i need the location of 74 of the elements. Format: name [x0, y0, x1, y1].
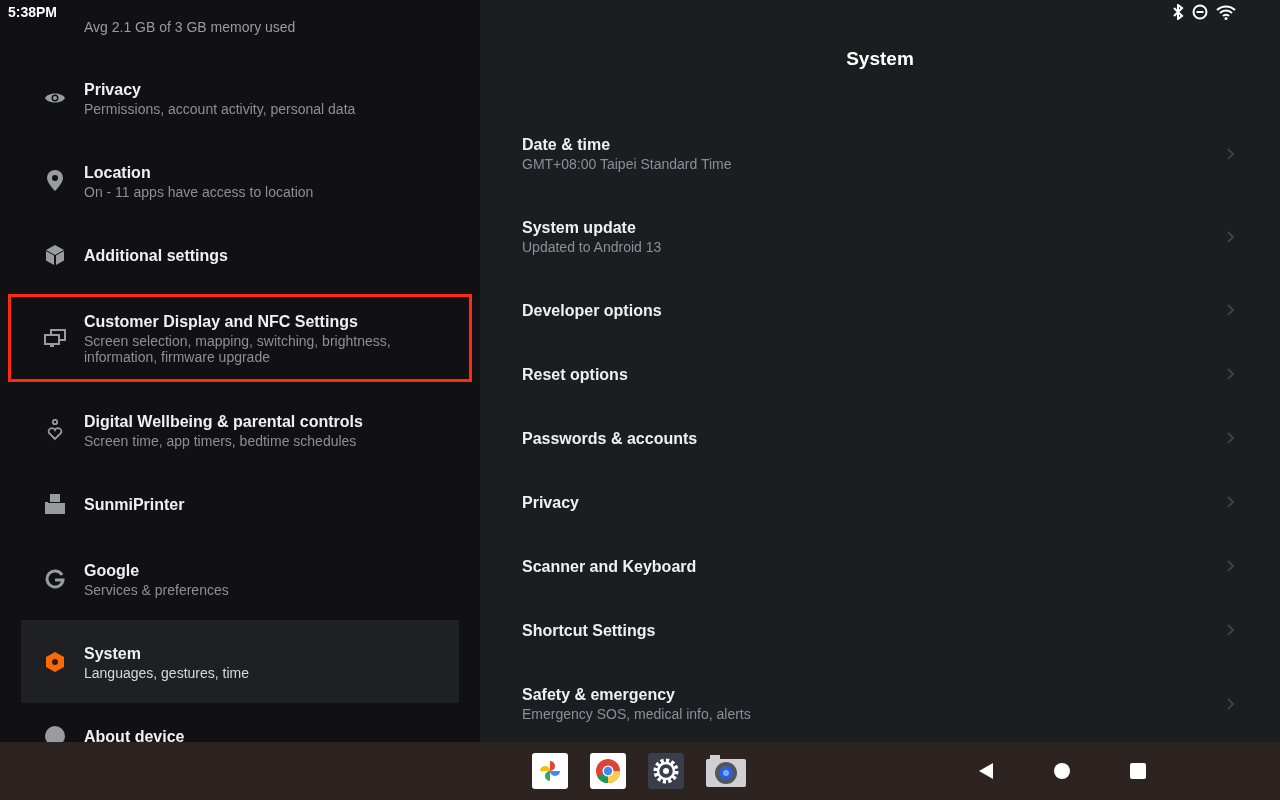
do-not-disturb-icon	[1192, 4, 1208, 20]
settings-row[interactable]: Shortcut Settings	[480, 598, 1280, 662]
wifi-icon	[1216, 4, 1236, 20]
row-title: Reset options	[522, 364, 629, 385]
settings-row[interactable]: Safety & emergency Emergency SOS, medical info, alerts	[480, 662, 1280, 745]
chevron-right-icon	[1227, 624, 1234, 636]
chevron-right-icon	[1227, 496, 1234, 508]
item-title: System	[84, 643, 142, 664]
item-title: SunmiPrinter	[84, 494, 185, 515]
item-title: Privacy	[84, 79, 142, 100]
back-button[interactable]	[978, 762, 994, 780]
chevron-right-icon	[1227, 304, 1234, 316]
chevron-right-icon	[1227, 432, 1234, 444]
gear-app-icon[interactable]	[648, 753, 684, 789]
item-title: Additional settings	[84, 245, 228, 266]
item-subtitle: Screen selection, mapping, switching, brightness, information, firmware upgrade	[84, 333, 392, 365]
row-title: Shortcut Settings	[522, 620, 657, 641]
item-subtitle: Permissions, account activity, personal data	[84, 100, 356, 117]
chevron-right-icon	[1227, 697, 1234, 710]
row-title: Privacy	[522, 492, 580, 513]
settings-row[interactable]: Scanner and Keyboard	[480, 534, 1280, 598]
sidebar-item[interactable]: About device	[8, 703, 472, 742]
sidebar-item[interactable]: Digital Wellbeing & parental controls Screen time, app timers, bedtime schedules	[8, 388, 472, 471]
row-title: Scanner and Keyboard	[522, 556, 698, 577]
sidebar-item[interactable]: Privacy Permissions, account activity, personal data	[8, 56, 472, 139]
camera-app-icon[interactable]	[706, 755, 746, 787]
back-icon	[978, 762, 994, 780]
hexagon-icon	[46, 651, 64, 672]
photos-app-icon[interactable]	[532, 753, 568, 789]
chevron-right-icon	[1227, 230, 1234, 243]
sidebar-item[interactable]: Location On - 11 apps have access to location	[8, 139, 472, 222]
item-title: Google	[84, 560, 141, 581]
row-title: Passwords & accounts	[522, 428, 699, 449]
settings-row[interactable]: Developer options	[480, 278, 1280, 342]
chrome-app-icon[interactable]	[590, 753, 626, 789]
location-pin-icon	[47, 170, 63, 191]
bluetooth-icon	[1172, 4, 1184, 20]
item-subtitle: Avg 2.1 GB of 3 GB memory used	[84, 19, 296, 35]
sidebar-item[interactable]: SunmiPrinter	[8, 471, 472, 537]
sidebar-item[interactable]: System Languages, gestures, time	[21, 620, 459, 703]
settings-row[interactable]: System update Updated to Android 13	[480, 195, 1280, 278]
item-subtitle: Languages, gestures, time	[84, 664, 249, 681]
settings-row[interactable]: Passwords & accounts	[480, 406, 1280, 470]
row-subtitle: Updated to Android 13	[522, 238, 663, 256]
printer-icon	[45, 494, 65, 514]
item-title: Location	[84, 162, 152, 183]
sidebar-item[interactable]: Customer Display and NFC Settings Screen selection, mapping, switching, brightness, information, firmware upgrade	[8, 294, 472, 382]
settings-row[interactable]: Date & time GMT+08:00 Taipei Standard Time	[480, 112, 1280, 195]
item-subtitle: Services & preferences	[84, 581, 229, 598]
chevron-right-icon	[1227, 368, 1234, 380]
row-title: Date & time	[522, 135, 612, 155]
row-title: Safety & emergency	[522, 685, 676, 705]
item-title: Digital Wellbeing & parental controls	[84, 411, 363, 432]
google-g-icon	[45, 568, 65, 589]
home-button[interactable]	[1054, 763, 1070, 779]
settings-row[interactable]: Privacy	[480, 470, 1280, 534]
row-title: System update	[522, 218, 637, 238]
chevron-right-icon	[1227, 147, 1234, 160]
item-subtitle: On - 11 apps have access to location	[84, 183, 314, 200]
row-title: Developer options	[522, 300, 663, 321]
row-subtitle: GMT+08:00 Taipei Standard Time	[522, 155, 733, 173]
sidebar-item[interactable]: Additional settings	[8, 222, 472, 288]
screens-icon	[44, 329, 66, 347]
settings-row[interactable]: Reset options	[480, 342, 1280, 406]
heart-figure-icon	[47, 418, 63, 441]
item-subtitle: Screen time, app timers, bedtime schedules	[84, 432, 358, 449]
row-subtitle: Emergency SOS, medical info, alerts	[522, 705, 752, 723]
cube-icon	[46, 245, 64, 265]
page-title: System	[846, 47, 914, 71]
item-title: About device	[84, 726, 185, 742]
chevron-right-icon	[1227, 560, 1234, 572]
status-time: 5:38PM	[8, 2, 58, 22]
sidebar-item[interactable]: Google Services & preferences	[8, 537, 472, 620]
item-title: Customer Display and NFC Settings	[84, 312, 359, 332]
